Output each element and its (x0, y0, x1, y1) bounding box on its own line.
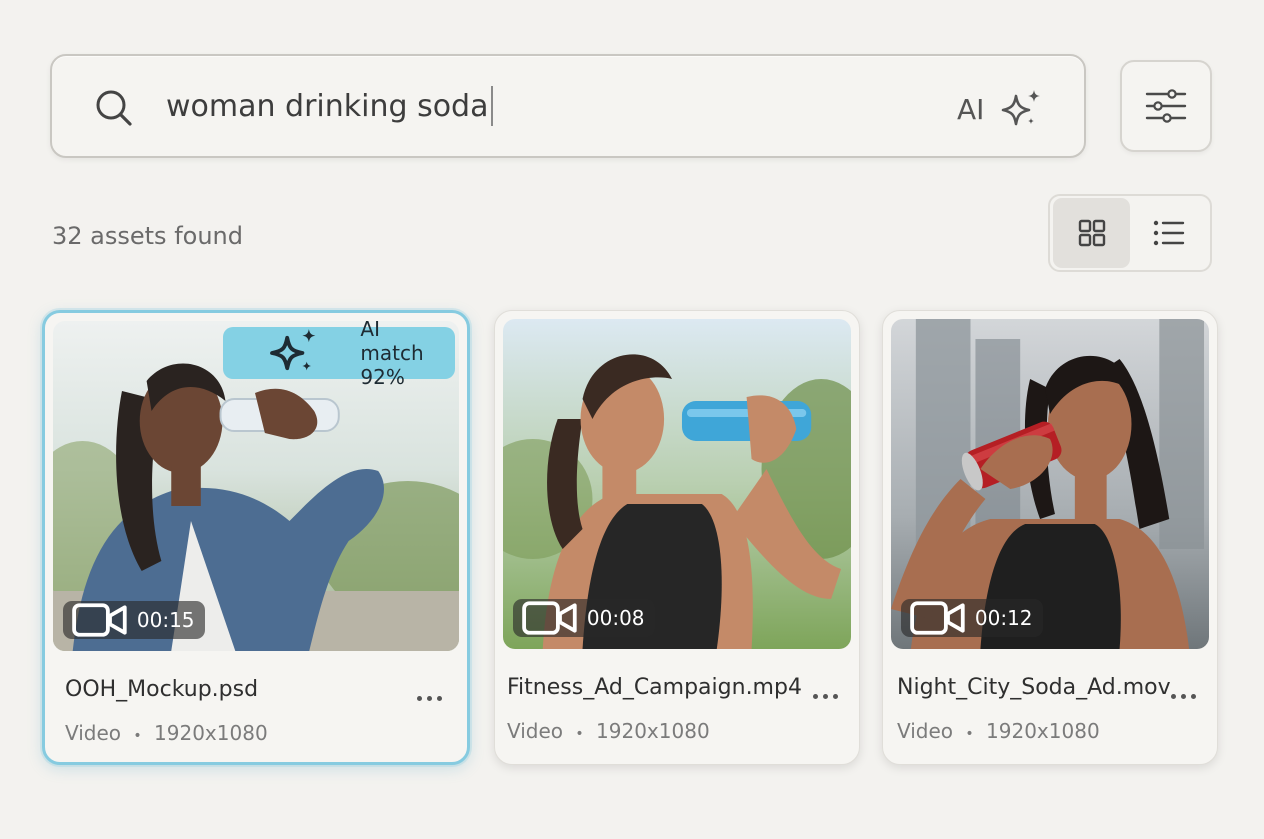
duration-badge: 00:08 (513, 599, 655, 637)
file-name[interactable]: OOH_Mockup.psd (65, 677, 258, 702)
asset-card[interactable]: 00:12 Night_City_Soda_Ad.mov Video • 192… (882, 310, 1218, 765)
search-icon (96, 90, 132, 126)
meta-separator: • (133, 728, 142, 744)
grid-icon (1078, 219, 1105, 247)
duration-text: 00:08 (586, 606, 645, 630)
duration-text: 00:15 (136, 608, 195, 632)
asset-type: Video (897, 719, 954, 743)
video-thumbnail[interactable]: AI match 92% 00:15 (53, 321, 459, 651)
asset-resolution: 1920x1080 (596, 719, 710, 743)
search-query-text: woman drinking soda (166, 88, 489, 124)
filter-button[interactable] (1120, 60, 1212, 152)
asset-card[interactable]: 00:08 Fitness_Ad_Campaign.mp4 Video • 19… (494, 310, 860, 765)
file-name[interactable]: Fitness_Ad_Campaign.mp4 (507, 675, 802, 700)
view-toggle (1048, 194, 1212, 272)
video-thumbnail[interactable]: 00:12 (891, 319, 1209, 649)
asset-type: Video (507, 719, 564, 743)
duration-text: 00:12 (974, 606, 1033, 630)
meta-separator: • (575, 726, 584, 742)
video-thumbnail[interactable]: 00:08 (503, 319, 851, 649)
sparkle-icon (270, 329, 316, 371)
text-caret (490, 86, 493, 126)
sliders-icon (1145, 89, 1187, 123)
more-options-button[interactable] (805, 681, 845, 711)
ai-search-toggle[interactable]: AI (957, 84, 1044, 134)
file-meta: Video • 1920x1080 (507, 719, 710, 743)
video-camera-icon (72, 603, 127, 637)
list-view-button[interactable] (1130, 198, 1207, 268)
more-options-button[interactable] (1163, 681, 1203, 711)
meta-separator: • (965, 726, 974, 742)
file-meta: Video • 1920x1080 (897, 719, 1100, 743)
asset-resolution: 1920x1080 (154, 721, 268, 745)
search-bar[interactable]: woman drinking soda AI (50, 54, 1086, 158)
search-input[interactable]: woman drinking soda (166, 78, 886, 134)
grid-view-button[interactable] (1053, 198, 1130, 268)
results-count: 32 assets found (52, 222, 243, 250)
file-meta: Video • 1920x1080 (65, 721, 268, 745)
asset-card[interactable]: AI match 92% 00:15 OOH_Mockup.psd Video … (42, 310, 470, 765)
asset-search-page: woman drinking soda AI 32 assets found A… (0, 0, 1264, 839)
more-options-button[interactable] (409, 683, 449, 713)
ai-match-text: AI match 92% (360, 321, 424, 389)
file-name[interactable]: Night_City_Soda_Ad.mov (897, 675, 1171, 700)
video-camera-icon (522, 601, 577, 635)
ai-match-badge: AI match 92% (223, 321, 455, 389)
duration-badge: 00:12 (901, 599, 1043, 637)
asset-resolution: 1920x1080 (986, 719, 1100, 743)
video-camera-icon (910, 601, 965, 635)
duration-badge: 00:15 (63, 601, 205, 639)
asset-type: Video (65, 721, 122, 745)
ai-label: AI (957, 92, 985, 126)
sparkle-icon (1002, 90, 1041, 126)
list-icon (1153, 220, 1184, 246)
